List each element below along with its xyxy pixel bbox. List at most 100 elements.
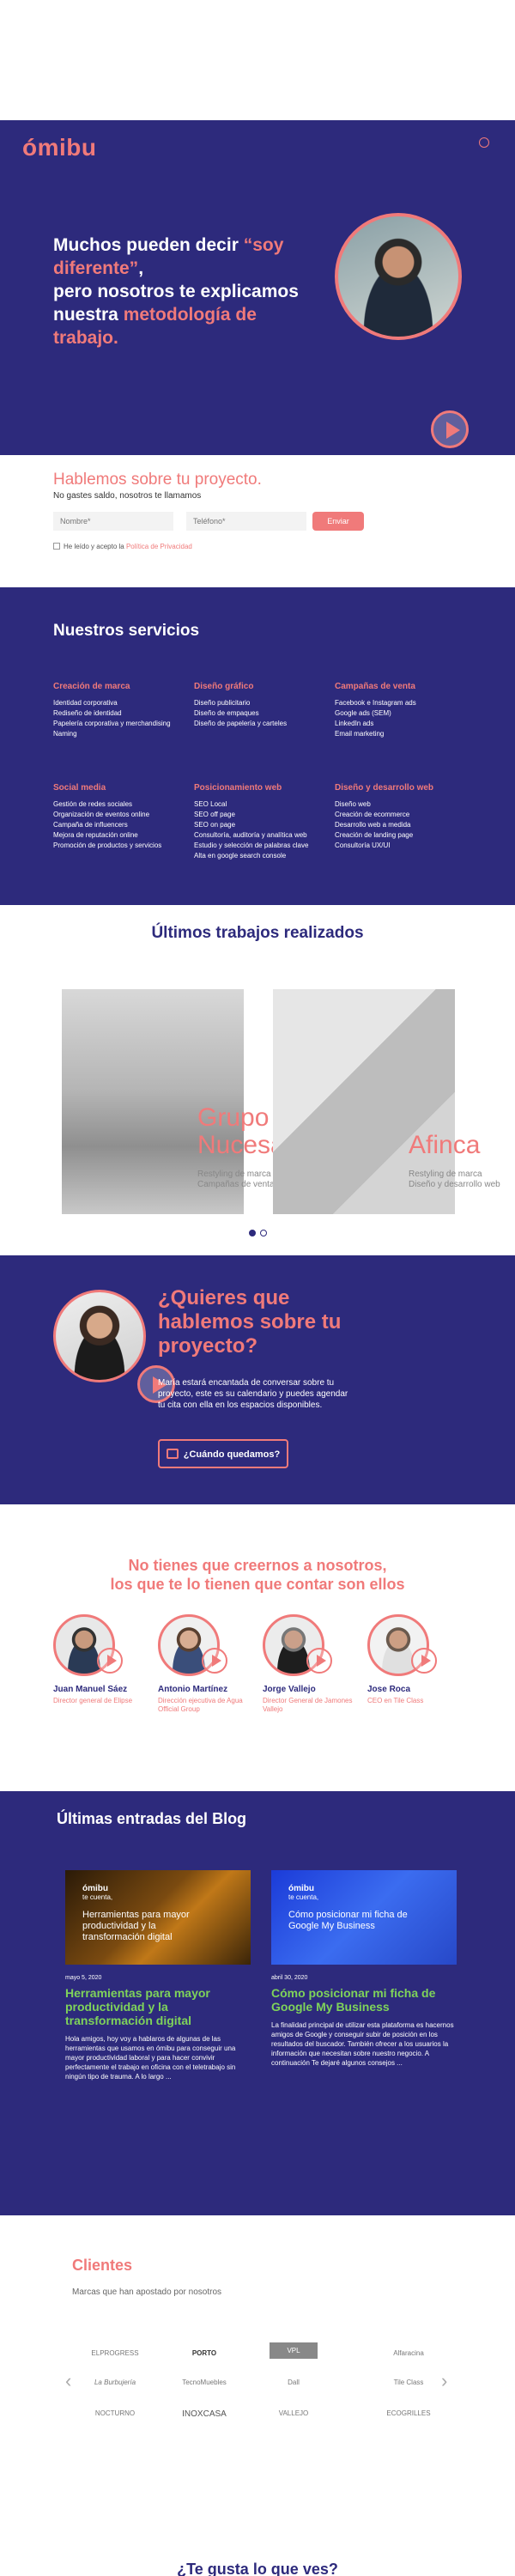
service-group-seo: Posicionamiento web SEO Local SEO off pa… [194,783,331,861]
testimonial-name: Jose Roca [367,1685,411,1694]
service-group-title[interactable]: Diseño y desarrollo web [335,783,472,793]
service-item[interactable]: SEO off page [194,810,331,820]
schedule-meeting-button[interactable]: ¿Cuándo quedamos? [158,1439,288,1468]
work-tags: Restyling de marca Diseño y desarrollo we… [409,1170,500,1189]
name-input[interactable] [53,512,173,531]
service-item[interactable]: Papelería corporativa y merchandising [53,719,191,729]
blog-post-title[interactable]: Cómo posicionar mi ficha de Google My Bu… [271,1986,457,2014]
service-item[interactable]: Facebook e Instagram ads [335,698,472,708]
testimonial-name: Juan Manuel Sáez [53,1685,128,1694]
service-group-sales-campaigns: Campañas de venta Facebook e Instagram a… [335,682,472,739]
testimonial-name: Jorge Vallejo [263,1685,316,1694]
blog-post-date: abril 30, 2020 [271,1975,308,1981]
client-logo: Tile Class [393,2379,424,2386]
carousel-dot-active[interactable] [249,1230,256,1236]
cta-title: ¿Quieres que hablemos sobre tu proyecto? [158,1286,342,1358]
service-group-title[interactable]: Campañas de venta [335,682,472,691]
service-item[interactable]: Organización de eventos online [53,810,191,820]
client-logo: PORTO [191,2349,217,2357]
service-group-title[interactable]: Posicionamiento web [194,783,331,793]
testimonial-play-icon[interactable] [306,1648,332,1674]
service-item[interactable]: Diseño de papelería y carteles [194,719,331,729]
testimonial-play-icon[interactable] [202,1648,227,1674]
testimonial-role: Director General de Jamones Vallejo [263,1697,353,1713]
contact-form-section: Hablemos sobre tu proyecto. No gastes sa… [53,471,465,550]
blog-post-title[interactable]: Herramientas para mayor productividad y … [65,1986,251,2027]
work-name: Grupo Nucesa [197,1103,285,1159]
service-item[interactable]: Estudio y selección de palabras clave [194,841,331,851]
service-item[interactable]: Creación de landing page [335,830,472,841]
service-item[interactable]: Consultoría UX/UI [335,841,472,851]
footer-cta-title: ¿Te gusta lo que ves? [177,2561,338,2576]
hero-play-icon[interactable] [431,410,469,448]
testimonial-play-icon[interactable] [411,1648,437,1674]
work-card-afinca[interactable]: Afinca Restyling de marca Diseño y desarr… [273,989,500,1214]
blog-post-image[interactable]: ómibu te cuenta, Cómo posicionar mi fich… [271,1870,457,1965]
phone-input[interactable] [186,512,306,531]
client-logo: ECOGRILLES [386,2409,431,2417]
privacy-policy-link[interactable]: Política de Privacidad [126,543,192,550]
testimonial-role: CEO en Tile Class [367,1697,424,1704]
testimonial-role: Director general de Elipse [53,1697,133,1704]
testimonials-title: No tienes que creernos a nosotros, los q… [110,1557,405,1593]
client-logo: Dall [288,2379,300,2386]
service-item[interactable]: Consultoría, auditoría y analítica web [194,830,331,841]
service-group-social-media: Social media Gestión de redes sociales O… [53,783,191,851]
service-item[interactable]: Rediseño de identidad [53,708,191,719]
service-group-web-design: Diseño y desarrollo web Diseño web Creac… [335,783,472,851]
service-item[interactable]: Identidad corporativa [53,698,191,708]
service-item[interactable]: Promoción de productos y servicios [53,841,191,851]
blog-title: Últimas entradas del Blog [57,1810,247,1827]
hero-headline: Muchos pueden decir “soy diferente”, per… [53,235,299,348]
service-item[interactable]: Email marketing [335,729,472,739]
carousel-dot[interactable] [260,1230,267,1236]
client-logo: TecnoMuebles [182,2379,227,2386]
blog-post[interactable]: ómibu te cuenta, Herramientas para mayor… [65,1870,251,2081]
service-item[interactable]: Diseño de empaques [194,708,331,719]
service-item[interactable]: Naming [53,729,191,739]
service-group-branding: Creación de marca Identidad corporativa … [53,682,191,739]
service-item[interactable]: Google ads (SEM) [335,708,472,719]
menu-icon[interactable] [479,137,489,148]
avatar [158,1614,227,1676]
service-item[interactable]: Desarrollo web a medida [335,820,472,830]
testimonial-role: Dirección ejecutiva de Agua Official Gro… [158,1697,243,1713]
contact-subtitle: No gastes saldo, nosotros te llamamos [53,491,202,501]
clients-title: Clientes [72,2257,133,2274]
work-card-grupo-nucesa[interactable]: Grupo Nucesa Restyling de marca Campañas d… [62,989,300,1214]
service-item[interactable]: Diseño web [335,799,472,810]
contact-title: Hablemos sobre tu proyecto. [53,471,262,489]
service-item[interactable]: SEO on page [194,820,331,830]
clients-prev-arrow[interactable]: ‹ [65,2370,71,2392]
avatar [367,1614,437,1676]
service-item[interactable]: Gestión de redes sociales [53,799,191,810]
omibu-logo[interactable]: ómibu [22,134,97,161]
service-item[interactable]: LinkedIn ads [335,719,472,729]
service-group-title[interactable]: Creación de marca [53,682,191,691]
service-item[interactable]: Campaña de influencers [53,820,191,830]
client-logo: ELPROGRESS [91,2349,139,2357]
testimonial-card: Antonio Martínez Dirección ejecutiva de … [158,1614,252,1714]
service-item[interactable]: Creación de ecommerce [335,810,472,820]
testimonial-play-icon[interactable] [97,1648,123,1674]
testimonial-card: Jorge Vallejo Director General de Jamone… [263,1614,357,1714]
calendar-icon [166,1448,179,1459]
blog-post-image[interactable]: ómibu te cuenta, Herramientas para mayor… [65,1870,251,1965]
avatar [53,1614,123,1676]
client-logo: Alfaracina [393,2349,424,2357]
blog-post[interactable]: ómibu te cuenta, Cómo posicionar mi fich… [271,1870,457,2068]
send-button[interactable]: Enviar [312,512,364,531]
service-item[interactable]: Diseño publicitario [194,698,331,708]
service-group-title[interactable]: Social media [53,783,191,793]
service-item[interactable]: SEO Local [194,799,331,810]
services-title: Nuestros servicios [53,622,200,640]
client-logo: INOXCASA [182,2409,227,2419]
blog-post-excerpt: Hola amigos, hoy voy a hablaros de algun… [65,2035,236,2081]
privacy-checkbox[interactable] [53,543,60,550]
service-item[interactable]: Mejora de reputación online [53,830,191,841]
maria-photo [53,1290,146,1382]
client-logo: La Burbujería [94,2379,136,2386]
service-item[interactable]: Alta en google search console [194,851,331,861]
clients-subtitle: Marcas que han apostado por nosotros [72,2287,221,2297]
service-group-title[interactable]: Diseño gráfico [194,682,331,691]
